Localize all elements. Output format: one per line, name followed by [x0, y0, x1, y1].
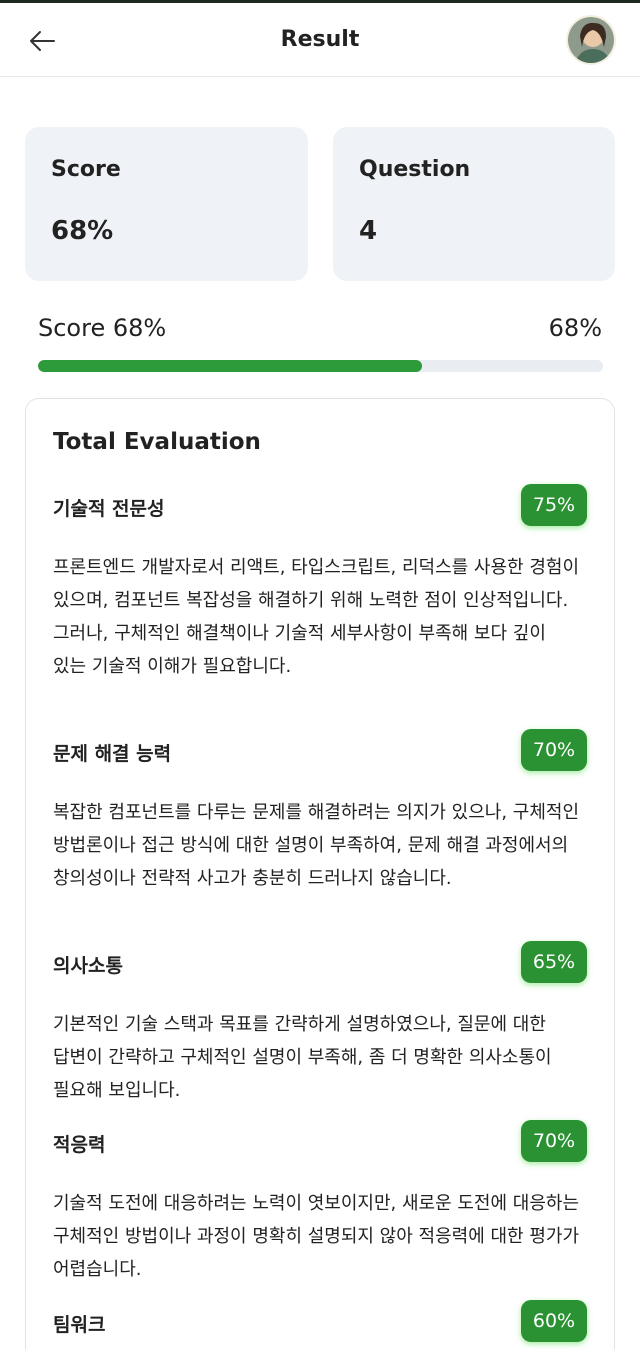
- evaluation-item-description: 기술적 도전에 대응하려는 노력이 엿보이지만, 새로운 도전에 대응하는 구체…: [53, 1193, 580, 1280]
- evaluation-score-badge: 75%: [521, 484, 587, 526]
- progress-value: 68%: [548, 314, 602, 342]
- evaluation-item-technical: 기술적 전문성 75% 프론트엔드 개발자로서 리액트, 타입스크립트, 리덕스…: [53, 484, 593, 683]
- evaluation-item-name: 기술적 전문성: [53, 498, 165, 520]
- total-evaluation-card: Total Evaluation 기술적 전문성 75% 프론트엔드 개발자로서…: [25, 398, 615, 1350]
- evaluation-item-name: 의사소통: [53, 955, 123, 977]
- evaluation-score-badge: 65%: [521, 941, 587, 983]
- evaluation-score-badge: 60%: [521, 1300, 587, 1342]
- page-title: Result: [280, 27, 360, 52]
- evaluation-item-communication: 의사소통 65% 기본적인 기술 스택과 목표를 간략하게 설명하였으나, 질문…: [53, 941, 593, 1107]
- evaluation-item-adaptability: 적응력 70% 기술적 도전에 대응하려는 노력이 엿보이지만, 새로운 도전에…: [53, 1120, 593, 1286]
- evaluation-item-description: 기본적인 기술 스택과 목표를 간략하게 설명하였으나, 질문에 대한 답변이 …: [53, 1014, 552, 1101]
- evaluation-item-name: 적응력: [53, 1134, 106, 1156]
- evaluation-item-name: 문제 해결 능력: [53, 743, 172, 765]
- evaluation-score-badge: 70%: [521, 729, 587, 771]
- evaluation-score-badge: 70%: [521, 1120, 587, 1162]
- question-card: Question 4: [333, 127, 615, 281]
- progress-label: Score 68%: [38, 314, 167, 342]
- evaluation-item-description: 프론트엔드 개발자로서 리액트, 타입스크립트, 리덕스를 사용한 경험이 있으…: [53, 557, 580, 677]
- score-label: Score: [51, 157, 121, 182]
- evaluation-item-problem-solving: 문제 해결 능력 70% 복잡한 컴포넌트를 다루는 문제를 해결하려는 의지가…: [53, 729, 593, 895]
- user-avatar[interactable]: [566, 15, 616, 65]
- evaluation-item-description: 복잡한 컴포넌트를 다루는 문제를 해결하려는 의지가 있으나, 구체적인 방법…: [53, 802, 580, 889]
- evaluation-item-name: 팀워크: [53, 1314, 106, 1336]
- app-header: Result: [0, 3, 640, 77]
- score-progress-bar: [38, 360, 603, 372]
- score-card: Score 68%: [25, 127, 308, 281]
- score-progress-fill: [38, 360, 423, 372]
- question-value: 4: [359, 216, 378, 246]
- question-label: Question: [359, 157, 471, 182]
- evaluation-title: Total Evaluation: [53, 429, 261, 455]
- score-value: 68%: [51, 216, 114, 246]
- evaluation-item-teamwork: 팀워크 60%: [53, 1300, 593, 1342]
